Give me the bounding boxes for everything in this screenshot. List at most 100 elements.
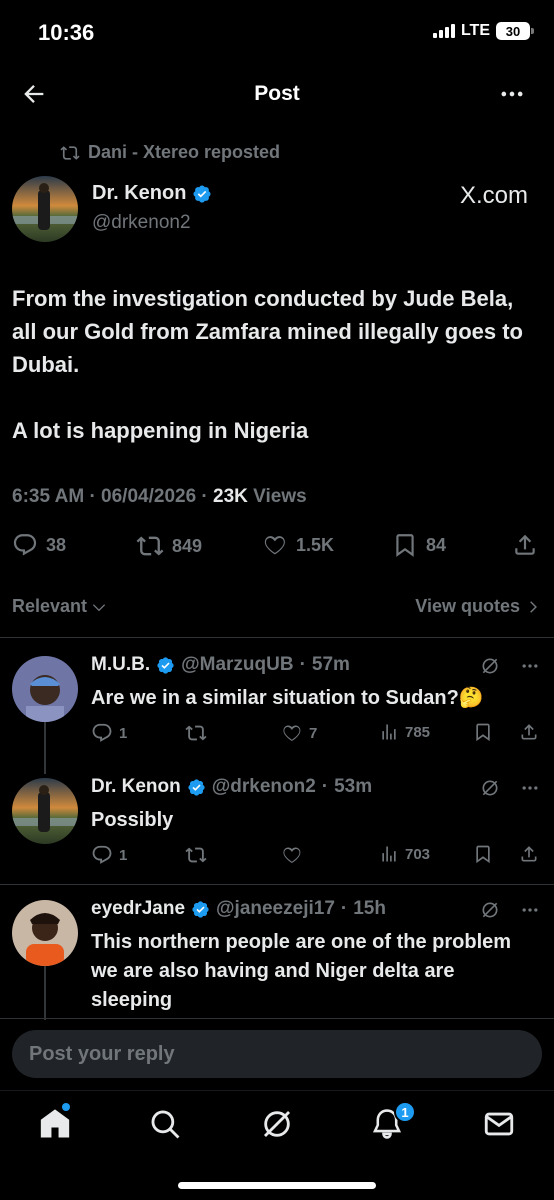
bookmark-button[interactable]: 84: [392, 532, 446, 558]
reply-item[interactable]: Dr. Kenon @drkenon2 · 53m Possibly 1 703: [0, 776, 554, 876]
status-indicators: LTE 30: [432, 22, 534, 40]
reply-count: 1: [119, 724, 128, 742]
more-icon[interactable]: [520, 778, 540, 798]
grok-icon[interactable]: [480, 900, 500, 920]
reply-author-name[interactable]: M.U.B.: [91, 654, 150, 676]
messages-icon[interactable]: [482, 1107, 516, 1141]
views-label: Views: [253, 486, 307, 507]
more-icon[interactable]: [520, 656, 540, 676]
status-bar: 10:36 LTE 30: [0, 0, 554, 66]
views-count: 703: [405, 845, 431, 863]
reply-button[interactable]: 1: [91, 722, 127, 744]
reply-handle[interactable]: @MarzuqUB: [181, 654, 293, 676]
post-meta: 6:35 AM · 06/04/2026 · 23K Views: [12, 486, 307, 507]
reply-item[interactable]: eyedrJane @janeezeji17 · 15h This northe…: [0, 898, 554, 1018]
source-link[interactable]: X.com: [460, 182, 528, 210]
reply-author-name[interactable]: eyedrJane: [91, 898, 185, 920]
page-title: Post: [254, 82, 300, 105]
top-nav: Post: [0, 66, 554, 122]
reply-button[interactable]: 1: [91, 844, 127, 866]
share-button[interactable]: [519, 844, 539, 864]
chevron-right-icon: [526, 600, 540, 614]
bookmark-icon: [392, 532, 418, 558]
reply-actions: 1 703: [91, 844, 541, 868]
bookmark-count: 84: [426, 534, 447, 555]
repost-context[interactable]: Dani - Xtereo reposted: [60, 142, 280, 163]
reply-input[interactable]: Post your reply: [12, 1030, 542, 1078]
post-time: 6:35 AM: [12, 486, 85, 507]
post-text: From the investigation conducted by Jude…: [12, 282, 542, 480]
reply-text: Possibly: [91, 809, 174, 831]
reply-button[interactable]: 38: [12, 532, 66, 558]
reply-text: This northern people are one of the prob…: [91, 931, 512, 1011]
reply-actions: 1 7 785: [91, 722, 541, 746]
author-avatar[interactable]: [12, 176, 78, 242]
reply-count: 38: [46, 534, 67, 555]
reply-item[interactable]: M.U.B. @MarzuqUB · 57m Are we in a simil…: [0, 654, 554, 754]
like-button[interactable]: [281, 844, 309, 866]
share-icon: [519, 844, 539, 864]
reply-icon: [12, 532, 38, 558]
like-button[interactable]: 1.5K: [262, 532, 334, 558]
share-icon: [512, 532, 538, 558]
repost-button[interactable]: [185, 722, 213, 744]
battery-level: 30: [505, 23, 521, 39]
view-quotes-label: View quotes: [415, 596, 520, 616]
status-time: 10:36: [38, 20, 95, 45]
reply-header: eyedrJane @janeezeji17 · 15h: [91, 898, 386, 920]
reply-input-placeholder: Post your reply: [29, 1043, 175, 1065]
reply-header: Dr. Kenon @drkenon2 · 53m: [91, 776, 373, 798]
verified-badge-icon: [191, 900, 210, 919]
divider: [0, 884, 554, 885]
repost-label: Dani - Xtereo reposted: [88, 142, 281, 162]
views-button[interactable]: 703: [379, 844, 430, 864]
reply-icon: [91, 844, 113, 866]
reply-top-icons: [480, 900, 540, 920]
repost-count: 849: [172, 535, 203, 556]
post-date: 06/04/2026: [101, 486, 197, 507]
repost-icon: [185, 844, 207, 866]
reply-author-name[interactable]: Dr. Kenon: [91, 776, 181, 798]
reply-time: 57m: [311, 654, 350, 675]
bookmark-icon: [473, 844, 493, 864]
home-icon[interactable]: [38, 1107, 72, 1141]
like-count: 7: [309, 724, 318, 742]
reply-top-icons: [480, 778, 540, 798]
repost-icon: [136, 532, 164, 560]
author-name[interactable]: Dr. Kenon: [92, 182, 212, 205]
sort-label: Relevant: [12, 596, 88, 616]
grok-icon[interactable]: [260, 1107, 294, 1141]
views-count: 23K: [213, 486, 248, 507]
author-handle[interactable]: @drkenon2: [92, 212, 191, 234]
bookmark-button[interactable]: [473, 844, 493, 864]
analytics-icon: [379, 722, 399, 742]
views-button[interactable]: 785: [379, 722, 430, 742]
battery-icon: 30: [496, 22, 534, 40]
more-icon[interactable]: [498, 80, 526, 108]
grok-icon[interactable]: [480, 778, 500, 798]
view-quotes-link[interactable]: View quotes: [415, 596, 540, 617]
bookmark-button[interactable]: [473, 722, 493, 742]
repost-button[interactable]: 849: [136, 532, 202, 560]
more-icon[interactable]: [520, 900, 540, 920]
repost-button[interactable]: [185, 844, 213, 866]
chevron-down-icon: [91, 599, 107, 615]
search-icon[interactable]: [148, 1107, 182, 1141]
reply-handle[interactable]: @janeezeji17: [216, 898, 335, 920]
verified-badge-icon: [156, 656, 175, 675]
reply-top-icons: [480, 656, 540, 676]
sort-dropdown[interactable]: Relevant: [12, 596, 107, 617]
like-button[interactable]: 7: [281, 722, 317, 744]
author-name-text: Dr. Kenon: [92, 182, 187, 204]
share-button[interactable]: [512, 532, 538, 558]
reply-time: 53m: [334, 776, 373, 797]
signal-icon: [432, 24, 455, 38]
grok-icon[interactable]: [480, 656, 500, 676]
divider: [0, 1018, 554, 1019]
heart-icon: [281, 722, 303, 744]
home-indicator: [178, 1182, 376, 1189]
reply-icon: [91, 722, 113, 744]
share-button[interactable]: [519, 722, 539, 742]
reply-handle[interactable]: @drkenon2: [212, 776, 316, 798]
reply-count: 1: [119, 846, 128, 864]
